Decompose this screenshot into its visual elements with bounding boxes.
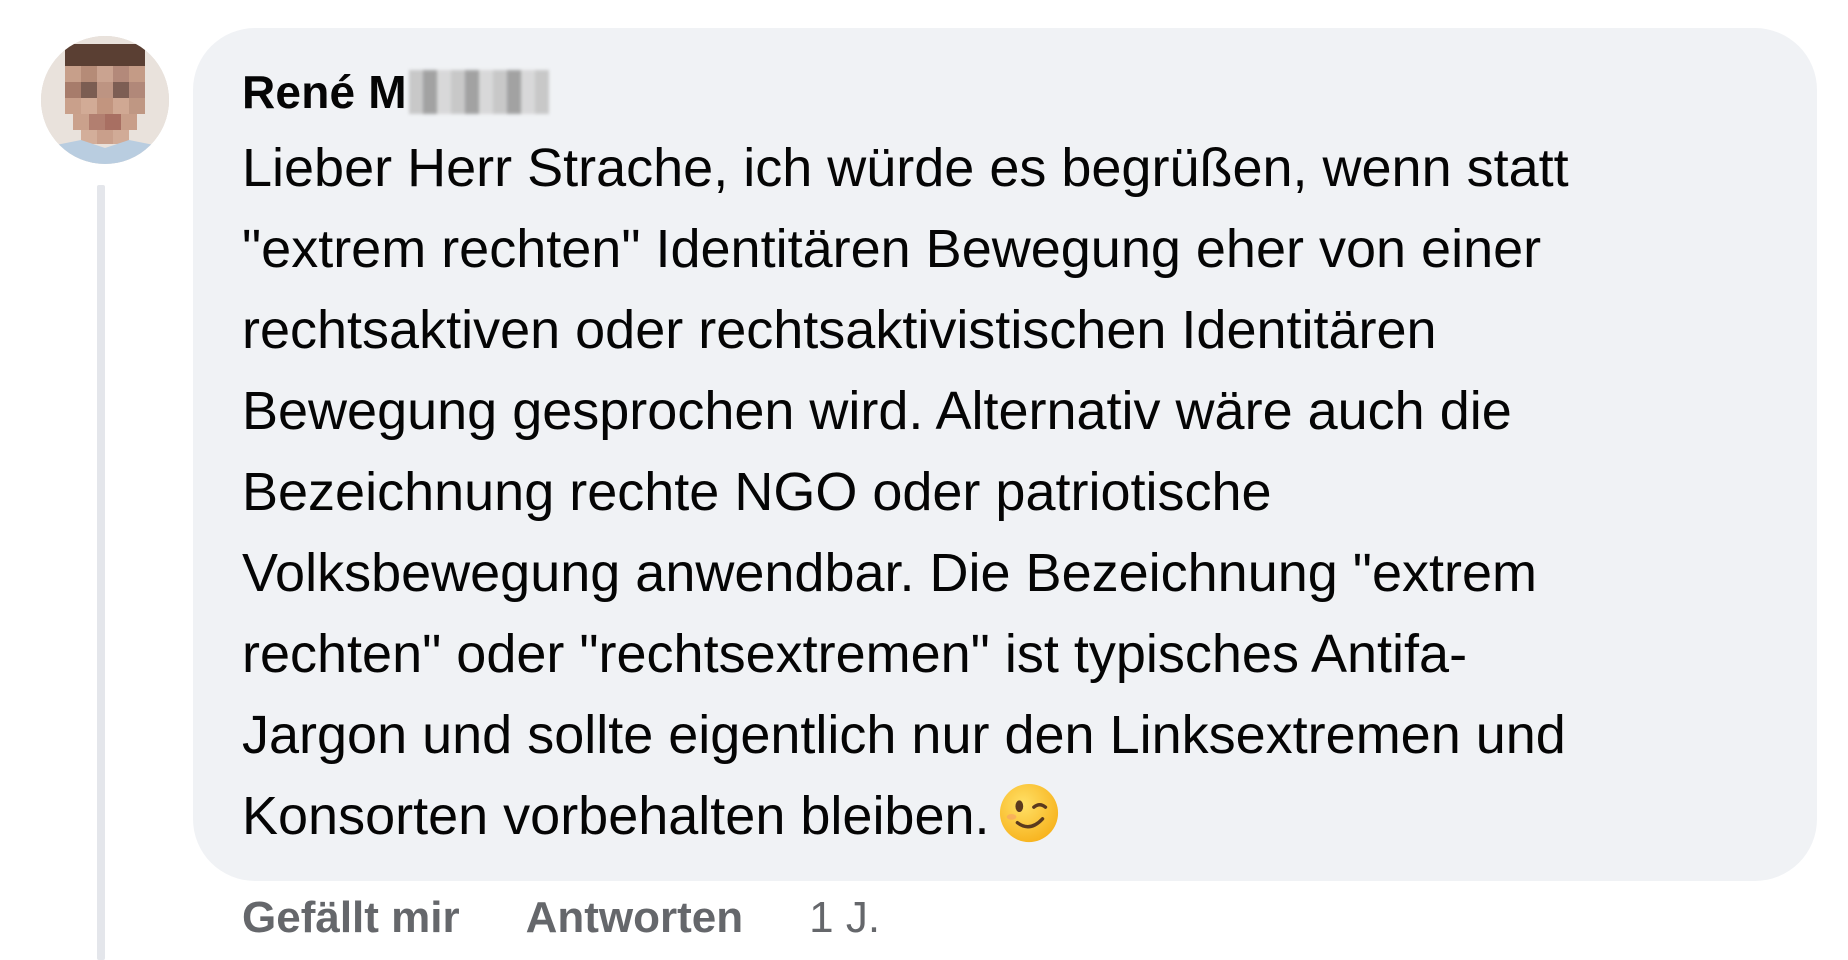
comment-text-last-line: Konsorten vorbehalten bleiben. [242,776,1792,857]
comment-text-line: "extrem rechten" Identitären Bewegung eh… [242,219,1542,279]
comment-text-line: rechten" oder "rechtsextremen" ist typis… [242,624,1468,684]
comment-text-line: Bezeichnung rechte NGO oder patriotische [242,462,1272,522]
winking-face-emoji-icon [999,783,1058,843]
reply-button[interactable]: Antworten [526,893,744,943]
comment-text-line: Konsorten vorbehalten bleiben. [242,786,990,846]
thread-line [97,185,105,960]
comment-view: René M Lieber Herr Strache, ich würde es… [0,0,1848,960]
like-button[interactable]: Gefällt mir [242,893,460,943]
comment-author-row: René M [242,62,549,122]
comment-text: Lieber Herr Strache, ich würde es begrüß… [242,128,1792,857]
author-name-redaction [408,70,549,114]
avatar[interactable] [41,36,169,164]
comment-actions: Gefällt mir Antworten 1 J. [242,890,880,946]
comment-timestamp[interactable]: 1 J. [809,893,880,943]
comment-text-line: Bewegung gesprochen wird. Alternativ wär… [242,381,1512,441]
avatar-image [41,36,169,164]
comment-text-line: Lieber Herr Strache, ich würde es begrüß… [242,138,1569,198]
comment-text-line: Volksbewegung anwendbar. Die Bezeichnung… [242,543,1537,603]
comment-text-line: rechtsaktiven oder rechtsaktivistischen … [242,300,1437,360]
comment-author-name[interactable]: René M [242,65,407,119]
comment-text-line: Jargon und sollte eigentlich nur den Lin… [242,705,1566,765]
